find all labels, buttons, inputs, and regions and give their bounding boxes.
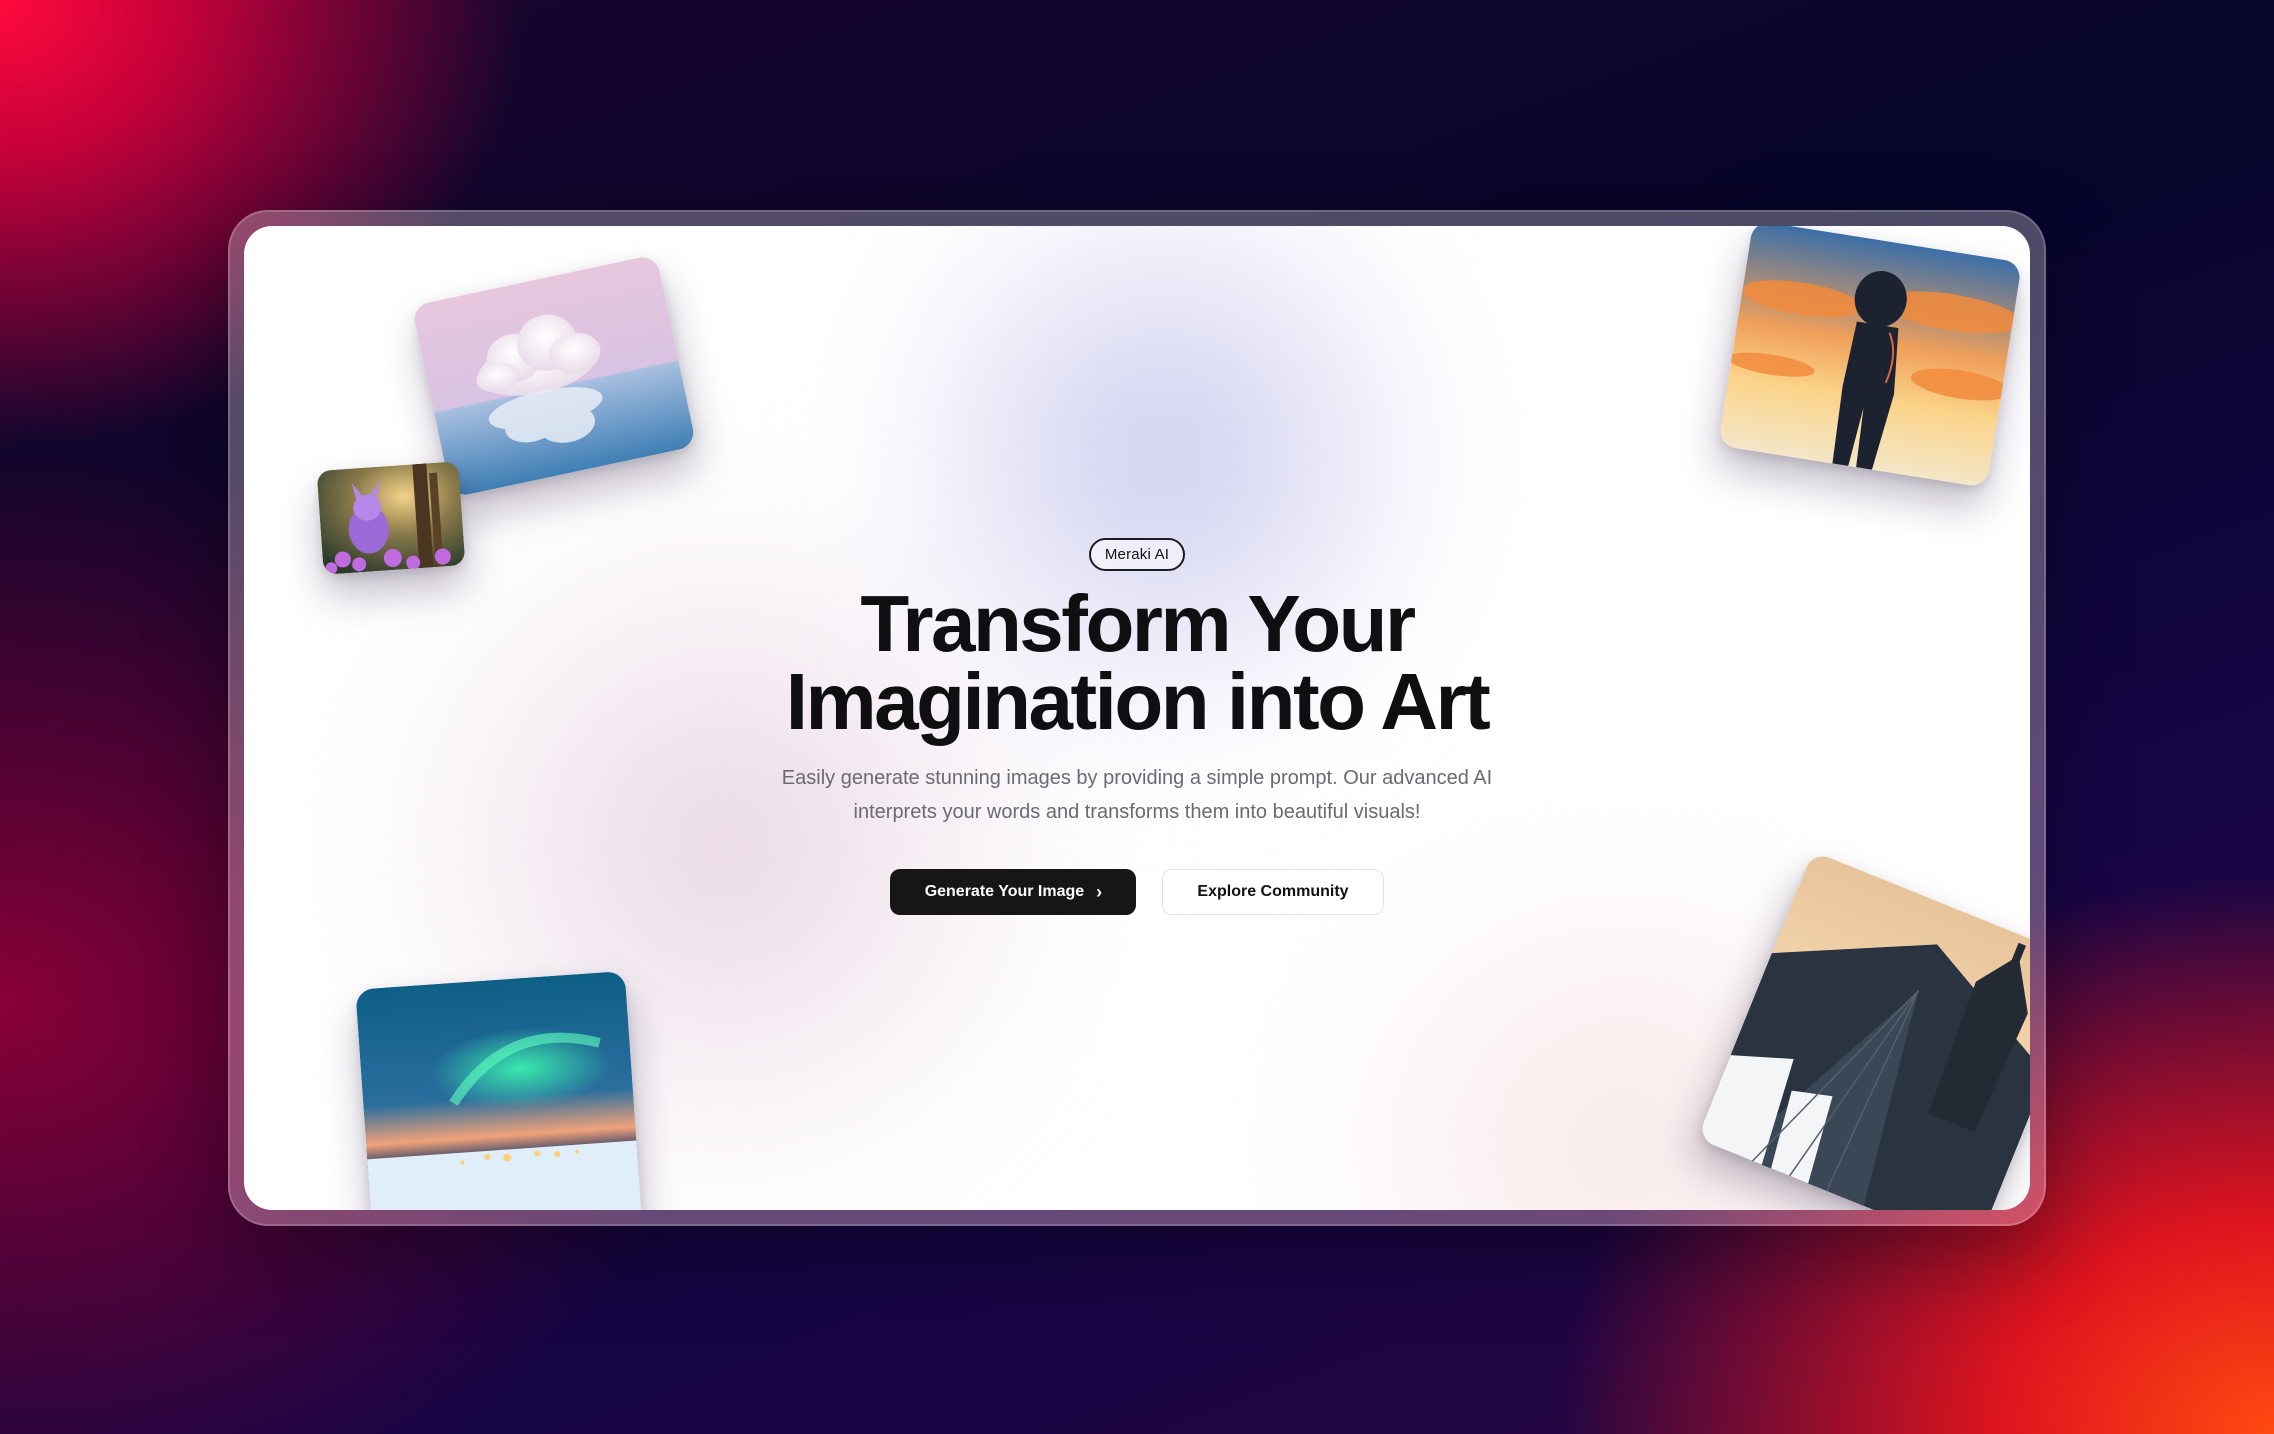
astronaut-sunset-image xyxy=(1717,226,2023,488)
hero-title-line2: Imagination into Art xyxy=(785,657,1491,746)
hero-stage: Meraki AI Transform Your Imagination int… xyxy=(244,226,2030,1210)
cloud-reflection-image xyxy=(411,254,697,498)
chevron-right-icon: › xyxy=(1096,882,1103,902)
aurora-town-image xyxy=(355,970,643,1210)
brand-badge: Meraki AI xyxy=(1088,538,1186,571)
hero-subtitle: Easily generate stunning images by provi… xyxy=(781,767,1493,823)
explore-community-button[interactable]: Explore Community xyxy=(1162,869,1384,915)
explore-community-label: Explore Community xyxy=(1197,883,1349,900)
hero-title: Transform Your Imagination into Art xyxy=(244,579,2030,746)
generate-image-label: Generate Your Image xyxy=(924,883,1085,900)
hero-actions: Generate Your Image › Explore Community xyxy=(244,869,2030,915)
generate-image-button[interactable]: Generate Your Image › xyxy=(890,869,1137,915)
hero-section: Meraki AI Transform Your Imagination int… xyxy=(244,538,2030,915)
hero-title-line1: Transform Your xyxy=(860,579,1416,668)
